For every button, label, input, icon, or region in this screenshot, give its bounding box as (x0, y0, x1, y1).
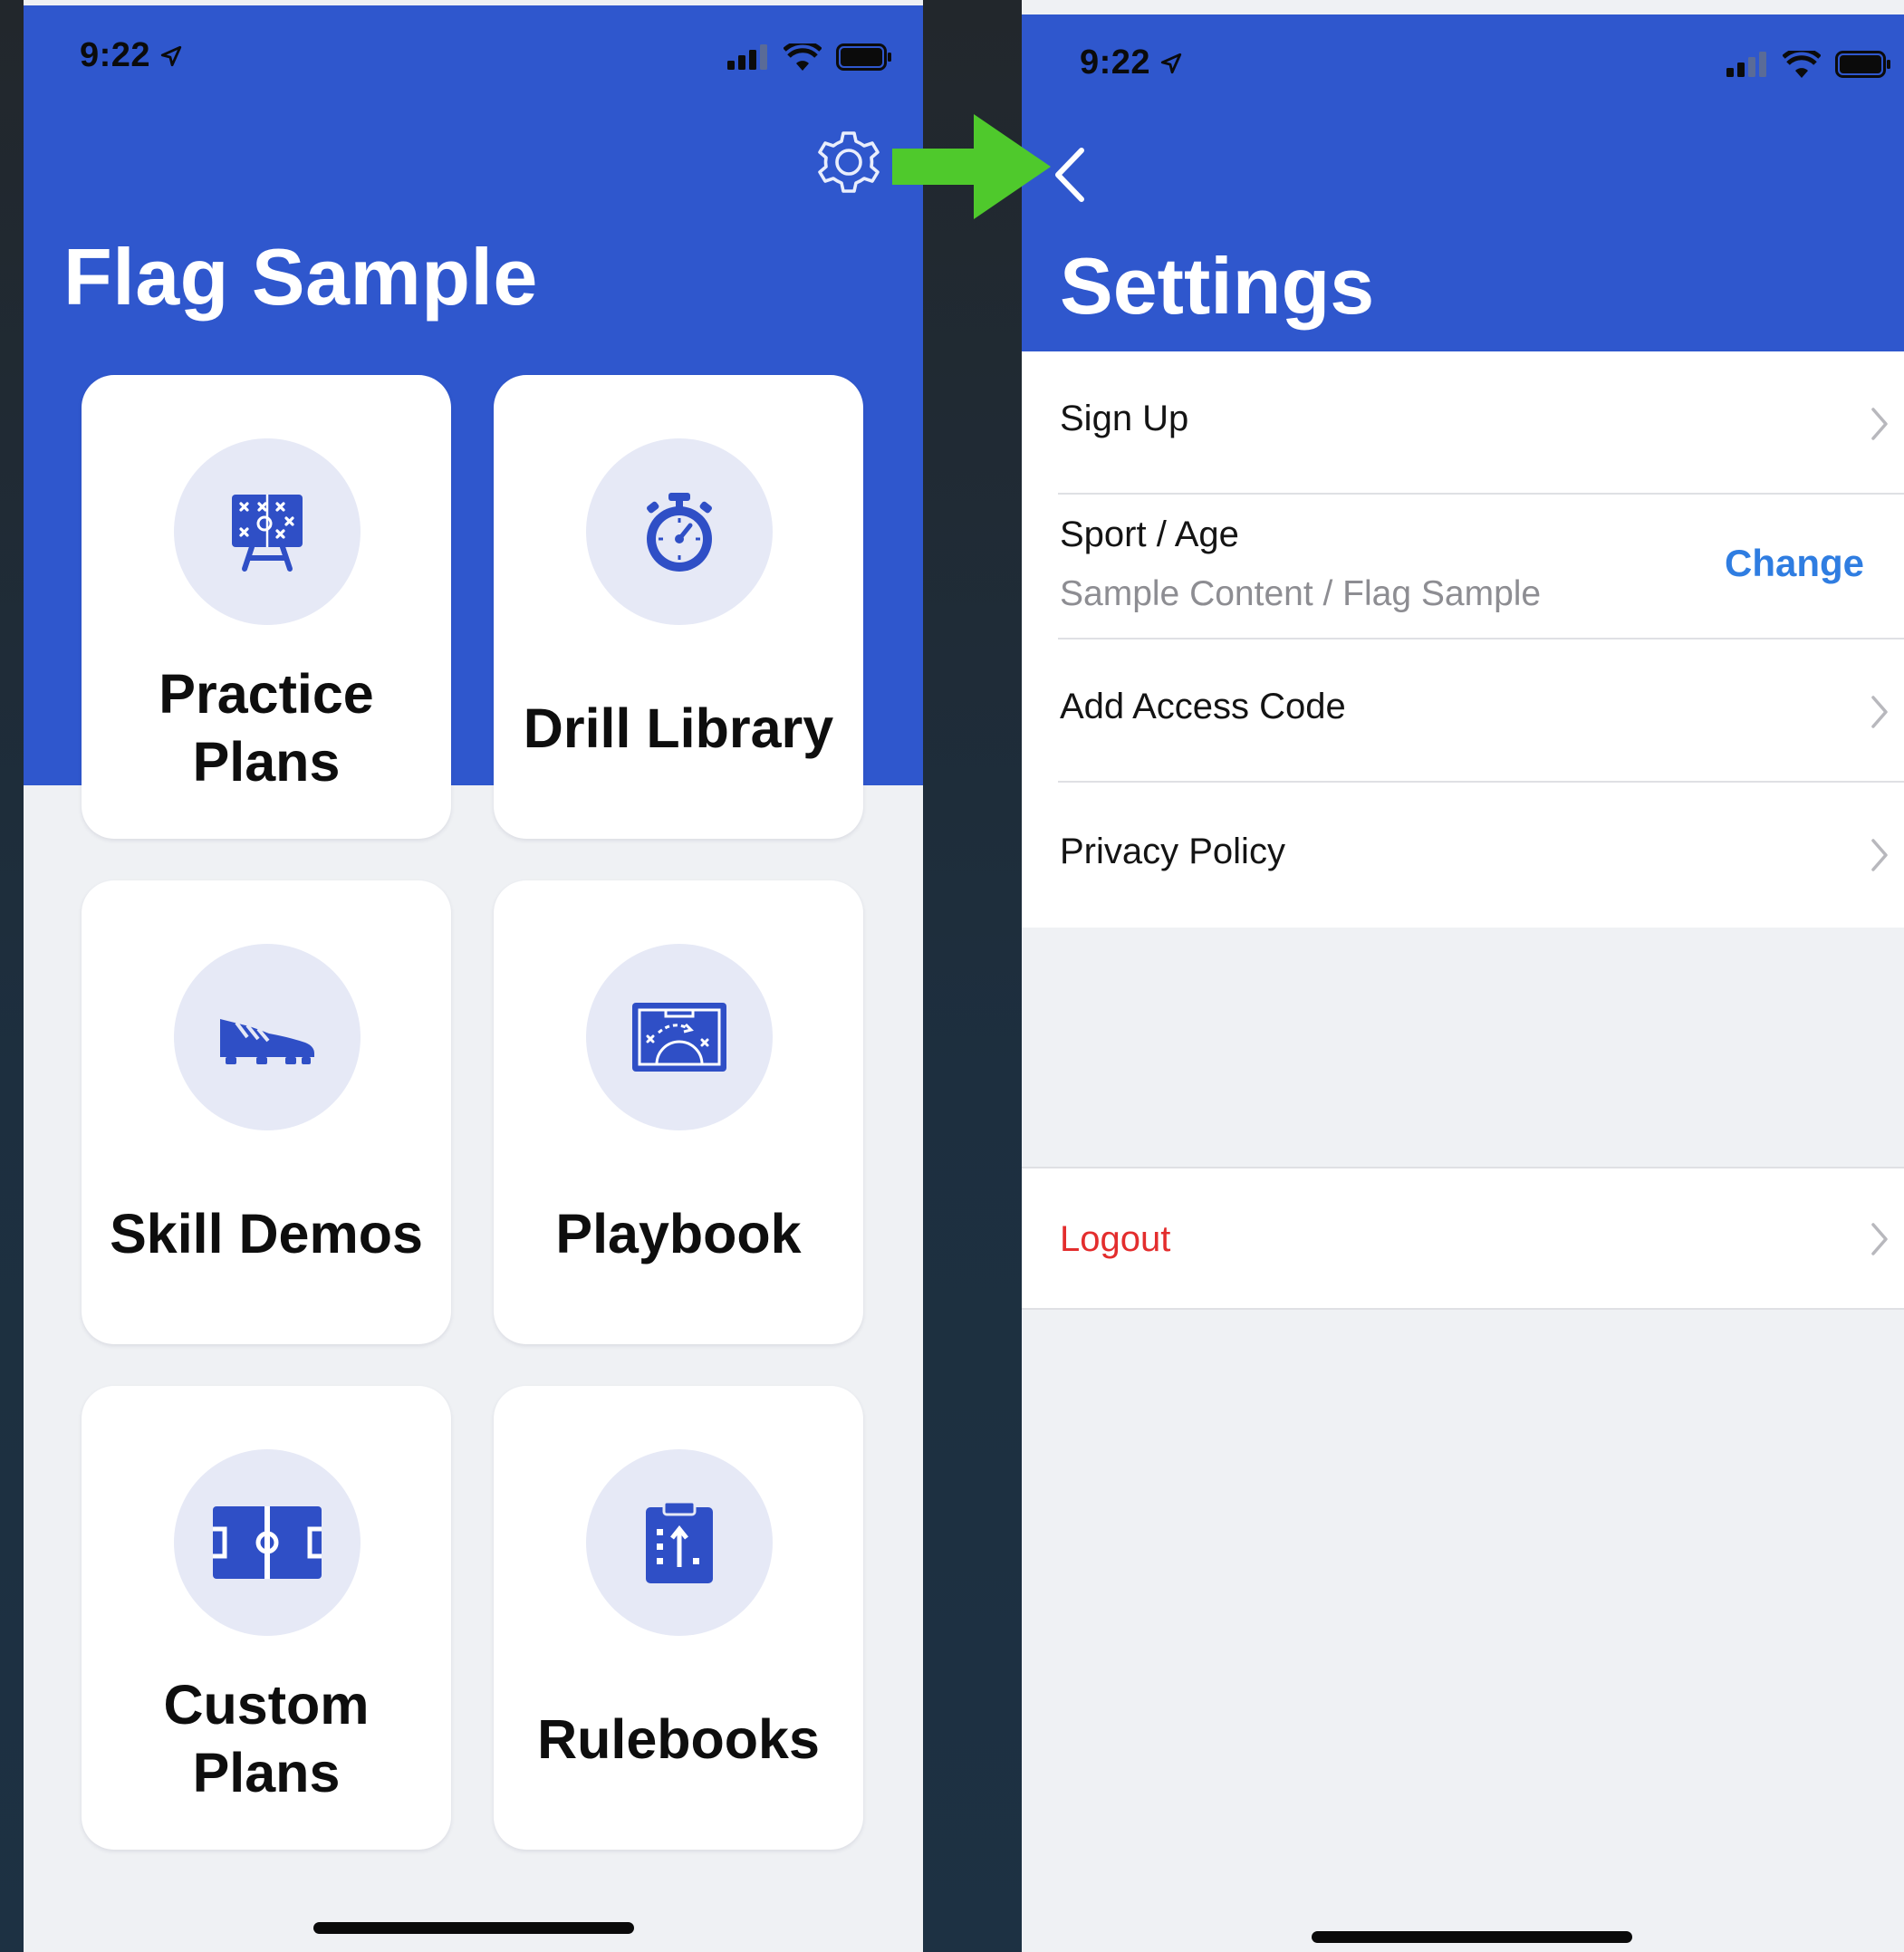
battery-icon (1835, 51, 1890, 78)
tile-label: Practice Plans (159, 663, 374, 793)
tile-label: Rulebooks (537, 1707, 820, 1770)
tile-drill-library[interactable]: Drill Library (494, 375, 863, 839)
tile-label: Skill Demos (110, 1202, 423, 1264)
icon-circle (174, 438, 361, 625)
tile-practice-plans[interactable]: Practice Plans (82, 375, 451, 839)
home-indicator[interactable] (313, 1922, 634, 1934)
field-icon (213, 1506, 322, 1579)
arrow-right-icon (892, 114, 1051, 219)
icon-circle (586, 438, 773, 625)
icon-circle (174, 944, 361, 1130)
status-icons (727, 43, 892, 71)
play-diagram-icon (632, 1003, 726, 1072)
page-title: Settings (1060, 241, 1375, 331)
chevron-left-icon (1055, 148, 1084, 202)
tile-label: Drill Library (523, 697, 834, 759)
tile-label: Custom Plans (163, 1674, 370, 1803)
status-bar: 9:22 (24, 36, 923, 91)
settings-list: Sign Up Sport / Age Sample Content / Fla… (1022, 351, 1904, 928)
status-time: 9:22 (1080, 43, 1183, 82)
logout-label: Logout (1060, 1219, 1171, 1259)
sport-age-value: Sample Content / Flag Sample (1060, 574, 1542, 613)
battery-icon (836, 43, 891, 71)
privacy-policy-row[interactable]: Privacy Policy (1022, 783, 1904, 928)
home-screen: 9:22 Flag Sample Practice Plans Drill Li… (24, 0, 923, 1952)
chevron-right-icon (1871, 839, 1888, 871)
clipboard-icon (646, 1500, 713, 1583)
location-arrow-icon (1160, 53, 1182, 73)
chevron-right-icon (1871, 408, 1888, 440)
settings-button[interactable] (810, 123, 888, 201)
sport-age-row: Sport / Age Sample Content / Flag Sample… (1022, 495, 1904, 639)
gear-icon (818, 131, 880, 193)
tile-playbook[interactable]: Playbook (494, 880, 863, 1344)
location-arrow-icon (160, 45, 182, 66)
row-label: Sign Up (1060, 399, 1189, 438)
row-label: Privacy Policy (1060, 832, 1285, 871)
icon-circle (586, 1449, 773, 1636)
tile-label: Playbook (555, 1202, 802, 1264)
sign-up-row[interactable]: Sign Up (1022, 351, 1904, 495)
icon-circle (174, 1449, 361, 1636)
tile-rulebooks[interactable]: Rulebooks (494, 1386, 863, 1850)
change-button[interactable]: Change (1725, 542, 1864, 585)
cleat-shoe-icon (220, 1019, 314, 1064)
row-label: Sport / Age (1060, 514, 1239, 554)
add-access-code-row[interactable]: Add Access Code (1022, 639, 1904, 783)
logout-row[interactable]: Logout (1022, 1167, 1904, 1310)
chevron-right-icon (1871, 696, 1888, 728)
signal-icon (1726, 52, 1766, 77)
signal-icon (727, 44, 767, 70)
page-title: Flag Sample (63, 232, 538, 322)
status-time: 9:22 (80, 36, 183, 75)
whiteboard-plays-icon (232, 495, 303, 572)
back-button[interactable] (1047, 143, 1092, 207)
tile-skill-demos[interactable]: Skill Demos (82, 880, 451, 1344)
tile-custom-plans[interactable]: Custom Plans (82, 1386, 451, 1850)
wifi-icon (1783, 51, 1821, 78)
wifi-icon (784, 43, 822, 71)
home-indicator[interactable] (1312, 1931, 1632, 1943)
row-label: Add Access Code (1060, 687, 1346, 726)
chevron-right-icon (1871, 1223, 1888, 1255)
icon-circle (586, 944, 773, 1130)
status-icons (1726, 51, 1891, 78)
stopwatch-icon (647, 493, 712, 572)
status-bar: 9:22 (1022, 43, 1904, 98)
settings-screen: 9:22 Settings Sign Up Sport / Age Sample… (1022, 0, 1904, 1952)
